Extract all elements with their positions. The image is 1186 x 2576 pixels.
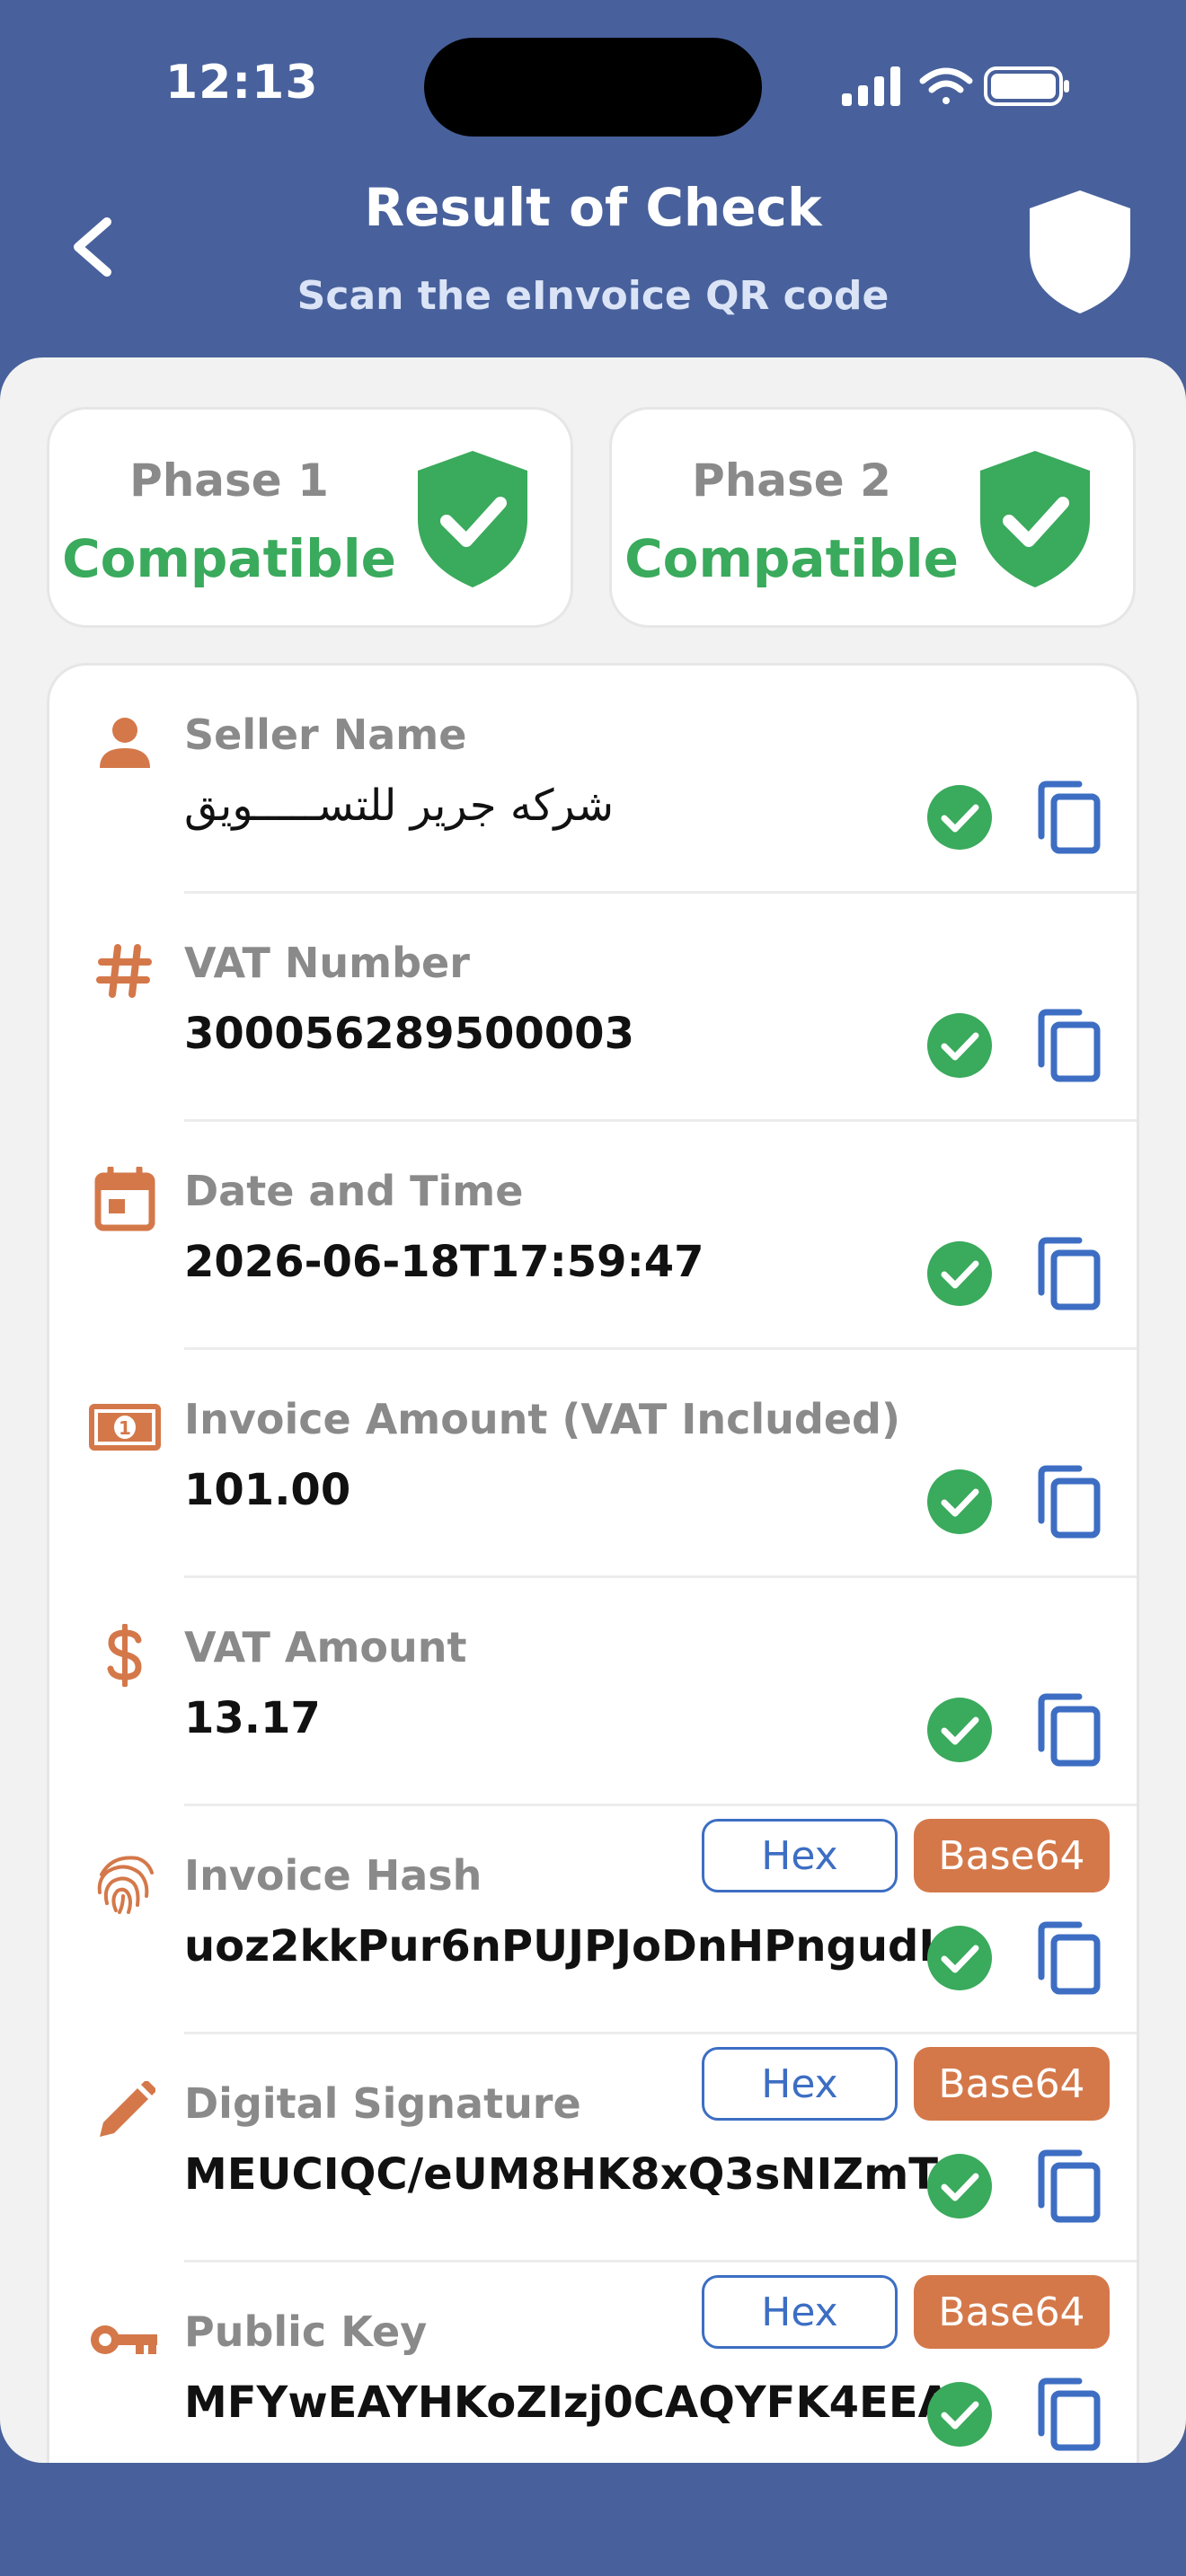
phase2-label: Phase 2 xyxy=(692,454,891,507)
status-icons xyxy=(842,66,1069,106)
base64-toggle-button[interactable]: Base64 xyxy=(914,2275,1110,2349)
phase1-label: Phase 1 xyxy=(129,454,329,507)
banknote-icon: 1 xyxy=(89,1393,161,1461)
phase2-card: Phase 2 Compatible xyxy=(609,407,1136,628)
invoice-fields-list: Seller Name شركه جرير للتســـــويق VAT N… xyxy=(47,663,1139,2463)
signal-icon xyxy=(842,66,900,106)
field-label: VAT Amount xyxy=(184,1623,467,1672)
status-time: 12:13 xyxy=(165,56,319,110)
base64-toggle-button[interactable]: Base64 xyxy=(914,2047,1110,2121)
page-title: Result of Check xyxy=(364,177,822,238)
field-value: uoz2kkPur6nPUJPJoDnHPngudLLv xyxy=(184,1921,946,1972)
dollar-icon xyxy=(89,1621,161,1689)
shield-check-icon xyxy=(980,451,1090,587)
copy-icon[interactable] xyxy=(1032,779,1104,856)
field-row-invoice-amount: 1 Invoice Amount (VAT Included) 101.00 xyxy=(49,1350,1137,1578)
copy-icon[interactable] xyxy=(1032,1691,1104,1769)
field-value: شركه جرير للتســـــويق xyxy=(184,781,615,831)
dynamic-island xyxy=(424,38,762,137)
field-label: VAT Number xyxy=(184,939,470,987)
field-value: MEUCIQC/eUM8HK8xQ3sNIZmTQx xyxy=(184,2149,946,2200)
copy-icon[interactable] xyxy=(1032,1919,1104,1997)
check-circle-icon xyxy=(927,1241,992,1306)
field-label: Public Key xyxy=(184,2307,428,2356)
phase1-card: Phase 1 Compatible xyxy=(47,407,573,628)
status-bar: 12:13 xyxy=(0,0,1186,171)
field-label: Date and Time xyxy=(184,1167,524,1215)
hex-toggle-button[interactable]: Hex xyxy=(702,2275,898,2349)
field-label: Invoice Hash xyxy=(184,1851,482,1900)
pencil-icon xyxy=(89,2078,161,2146)
field-value: 2026-06-18T17:59:47 xyxy=(184,1237,704,1287)
field-row-vat-number: VAT Number 300056289500003 xyxy=(49,894,1137,1122)
battery-icon xyxy=(984,66,1069,106)
check-circle-icon xyxy=(927,1698,992,1762)
field-value: MFYwEAYHKoZIzj0CAQYFK4EEAAo xyxy=(184,2378,946,2428)
check-circle-icon xyxy=(927,1926,992,1990)
base64-toggle-button[interactable]: Base64 xyxy=(914,1819,1110,1892)
field-row-digital-signature: Digital Signature Hex Base64 MEUCIQC/eUM… xyxy=(49,2034,1137,2263)
check-circle-icon xyxy=(927,785,992,850)
copy-icon[interactable] xyxy=(1032,1007,1104,1084)
fingerprint-icon xyxy=(89,1849,161,1918)
check-circle-icon xyxy=(927,1013,992,1078)
shield-check-icon xyxy=(418,451,527,587)
check-circle-icon xyxy=(927,2382,992,2447)
hex-toggle-button[interactable]: Hex xyxy=(702,1819,898,1892)
copy-icon[interactable] xyxy=(1032,1463,1104,1540)
field-row-date-time: Date and Time 2026-06-18T17:59:47 xyxy=(49,1122,1137,1350)
svg-text:1: 1 xyxy=(119,1417,131,1439)
person-icon xyxy=(89,709,161,777)
page-subtitle: Scan the eInvoice QR code xyxy=(296,273,890,319)
copy-icon[interactable] xyxy=(1032,1235,1104,1312)
field-label: Invoice Amount (VAT Included) xyxy=(184,1395,900,1443)
wifi-icon xyxy=(919,67,973,104)
field-row-public-key: Public Key Hex Base64 MFYwEAYHKoZIzj0CAQ… xyxy=(49,2263,1137,2463)
hash-icon xyxy=(89,937,161,1005)
key-icon xyxy=(89,2306,161,2374)
hex-toggle-button[interactable]: Hex xyxy=(702,2047,898,2121)
copy-icon[interactable] xyxy=(1032,2148,1104,2225)
check-circle-icon xyxy=(927,1469,992,1534)
field-row-vat-amount: VAT Amount 13.17 xyxy=(49,1578,1137,1806)
field-row-seller-name: Seller Name شركه جرير للتســـــويق xyxy=(49,666,1137,894)
phase1-status: Compatible xyxy=(62,528,396,589)
copy-icon[interactable] xyxy=(1032,2376,1104,2453)
phase2-status: Compatible xyxy=(624,528,959,589)
field-value: 13.17 xyxy=(184,1693,321,1743)
field-value: 300056289500003 xyxy=(184,1009,634,1059)
check-circle-icon xyxy=(927,2154,992,2219)
field-row-invoice-hash: Invoice Hash Hex Base64 uoz2kkPur6nPUJPJ… xyxy=(49,1806,1137,2034)
shield-icon[interactable] xyxy=(1024,187,1137,317)
field-value: 101.00 xyxy=(184,1465,351,1515)
field-label: Seller Name xyxy=(184,710,467,759)
field-label: Digital Signature xyxy=(184,2079,581,2128)
calendar-icon xyxy=(89,1165,161,1233)
